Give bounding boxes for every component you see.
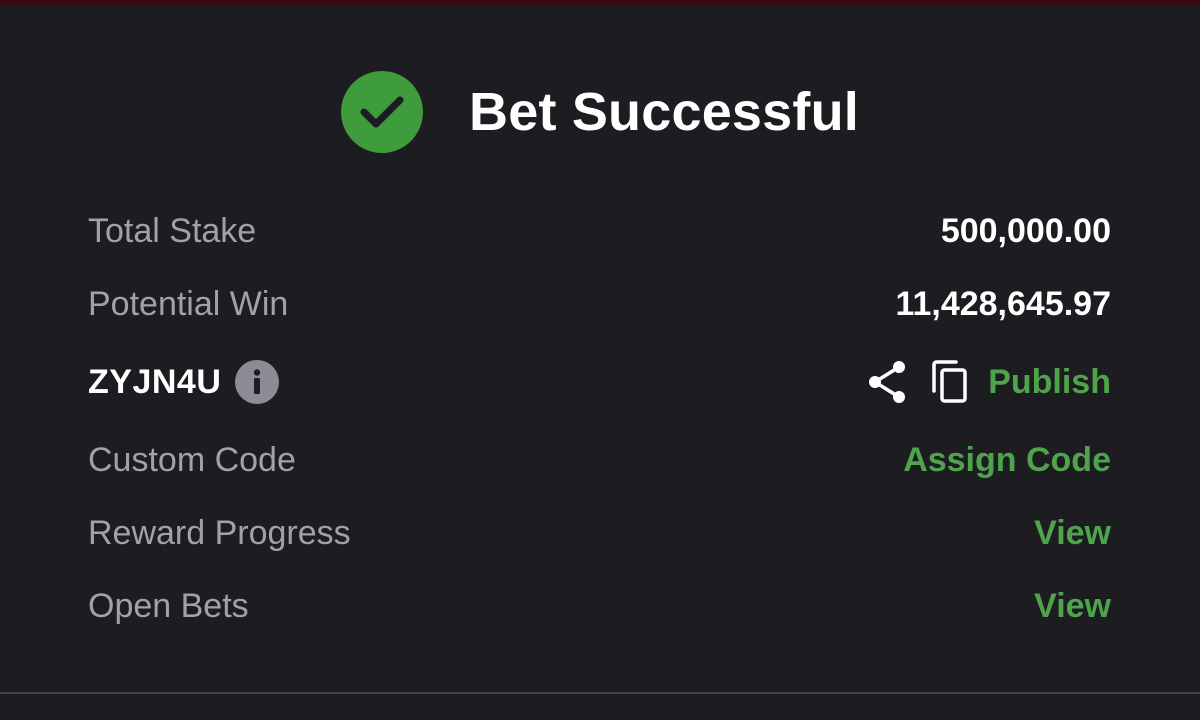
top-bar bbox=[0, 0, 1200, 6]
total-stake-label: Total Stake bbox=[88, 211, 257, 250]
total-stake-row: Total Stake 500,000.00 bbox=[88, 207, 1111, 255]
open-bets-row: Open Bets View bbox=[88, 582, 1111, 630]
success-header: Bet Successful bbox=[0, 70, 1200, 154]
reward-progress-label: Reward Progress bbox=[88, 513, 351, 552]
assign-code-button[interactable]: Assign Code bbox=[903, 441, 1111, 480]
potential-win-label: Potential Win bbox=[88, 284, 289, 323]
booking-actions: Publish bbox=[866, 359, 1111, 405]
check-icon bbox=[341, 71, 424, 153]
open-bets-label: Open Bets bbox=[88, 586, 249, 625]
custom-code-row: Custom Code Assign Code bbox=[88, 436, 1111, 484]
custom-code-label: Custom Code bbox=[88, 440, 296, 479]
booking-code-group: ZYJN4U bbox=[88, 360, 280, 404]
potential-win-value: 11,428,645.97 bbox=[895, 284, 1111, 323]
view-open-bets-button[interactable]: View bbox=[1034, 587, 1111, 626]
total-stake-value: 500,000.00 bbox=[940, 211, 1111, 250]
view-reward-progress-button[interactable]: View bbox=[1034, 514, 1111, 553]
copy-icon[interactable] bbox=[930, 359, 970, 405]
page-title: Bet Successful bbox=[469, 82, 859, 142]
info-icon[interactable] bbox=[235, 360, 280, 404]
potential-win-row: Potential Win 11,428,645.97 bbox=[88, 280, 1111, 328]
publish-button[interactable]: Publish bbox=[988, 363, 1111, 402]
reward-progress-row: Reward Progress View bbox=[88, 509, 1111, 557]
booking-code-row: ZYJN4U Publish bbox=[88, 358, 1111, 406]
booking-code: ZYJN4U bbox=[88, 362, 222, 401]
divider bbox=[0, 692, 1200, 694]
share-icon[interactable] bbox=[866, 359, 908, 405]
